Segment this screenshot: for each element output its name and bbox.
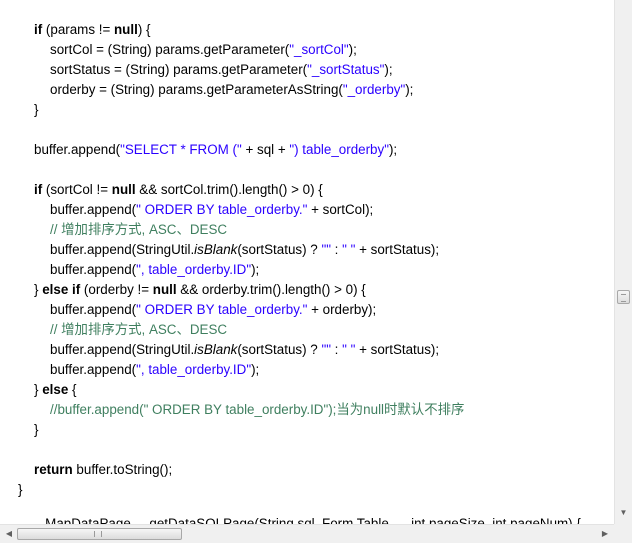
string-literal: " ORDER BY table_orderby."	[136, 302, 308, 317]
closing-brace: }	[34, 422, 39, 437]
code-text: }	[34, 382, 43, 397]
code-line-2: sortCol = (String) params.getParameter("…	[50, 40, 357, 60]
keyword-null: null	[152, 282, 177, 297]
code-line-4: orderby = (String) params.getParameterAs…	[50, 80, 413, 100]
code-line-14: // 增加排序方式, ASC、DESC	[50, 320, 227, 340]
keyword-null: null	[114, 22, 138, 37]
vertical-scrollbar[interactable]: ▼	[614, 0, 632, 524]
code-text: orderby = (String) params.getParameterAs…	[50, 82, 343, 97]
code-text: );	[384, 62, 393, 77]
code-text: + sortStatus);	[355, 342, 440, 357]
code-text: && sortCol.trim().length() > 0) {	[135, 182, 323, 197]
code-text: );	[251, 262, 260, 277]
keyword-return: return	[34, 462, 73, 477]
string-literal: ") table_orderby"	[289, 142, 389, 157]
string-literal: " "	[342, 342, 356, 357]
code-text: buffer.append(	[34, 142, 121, 157]
code-text: );	[348, 42, 357, 57]
horizontal-scrollbar[interactable]: ◀ ▶	[0, 524, 614, 543]
code-text: );	[251, 362, 260, 377]
code-comment: // 增加排序方式, ASC、DESC	[50, 322, 228, 337]
code-text: );	[405, 82, 414, 97]
horizontal-scroll-thumb[interactable]	[17, 528, 182, 540]
code-text: sortStatus = (String) params.getParamete…	[50, 62, 308, 77]
string-literal: ""	[321, 342, 331, 357]
keyword-else: else	[42, 382, 69, 397]
code-text: buffer.append(StringUtil.	[50, 242, 195, 257]
keyword-if: if	[72, 282, 81, 297]
code-text: ) {	[137, 22, 151, 37]
code-text: + sortCol);	[307, 202, 374, 217]
code-text: buffer.append(	[50, 262, 137, 277]
scrollbar-corner	[614, 524, 632, 543]
code-line-22-partial: ...MapDataPage ... getDataSQLPage(String…	[34, 514, 581, 524]
string-literal: ""	[321, 242, 331, 257]
code-text: (sortStatus) ?	[237, 242, 322, 257]
scroll-left-arrow-icon[interactable]: ◀	[2, 527, 16, 541]
code-text: buffer.append(	[50, 202, 137, 217]
code-line-5: }	[34, 100, 38, 120]
code-text: sortCol = (String) params.getParameter(	[50, 42, 290, 57]
code-line-3: sortStatus = (String) params.getParamete…	[50, 60, 393, 80]
string-literal: " "	[342, 242, 356, 257]
code-line-13: buffer.append(" ORDER BY table_orderby."…	[50, 300, 376, 320]
code-text: :	[330, 242, 343, 257]
code-line-10: buffer.append(StringUtil.isBlank(sortSta…	[50, 240, 439, 260]
code-text: (orderby !=	[80, 282, 153, 297]
code-line-18: //buffer.append(" ORDER BY table_orderby…	[50, 400, 464, 420]
keyword-if: if	[34, 22, 43, 37]
code-text: + sql +	[241, 142, 290, 157]
code-line-1: if (params != null) {	[34, 20, 150, 40]
keyword-null: null	[111, 182, 136, 197]
code-text: buffer.append(	[50, 362, 137, 377]
string-literal: "_sortCol"	[289, 42, 349, 57]
code-text: + sortStatus);	[355, 242, 440, 257]
code-text: (params !=	[42, 22, 114, 37]
code-comment: //buffer.append(" ORDER BY table_orderby…	[50, 402, 465, 417]
code-viewport[interactable]: if (params != null) { sortCol = (String)…	[0, 0, 614, 524]
keyword-if: if	[34, 182, 43, 197]
code-line-7: if (sortCol != null && sortCol.trim().le…	[34, 180, 323, 200]
static-method: isBlank	[194, 242, 238, 257]
code-text: buffer.append(StringUtil.	[50, 342, 195, 357]
string-literal: " ORDER BY table_orderby."	[136, 202, 308, 217]
code-text: {	[68, 382, 77, 397]
code-text: :	[330, 342, 343, 357]
code-comment: // 增加排序方式, ASC、DESC	[50, 222, 228, 237]
code-line-11: buffer.append(", table_orderby.ID");	[50, 260, 259, 280]
code-text: buffer.toString();	[72, 462, 173, 477]
closing-brace: }	[34, 102, 39, 117]
code-line-17: } else {	[34, 380, 76, 400]
code-line-20: return buffer.toString();	[34, 460, 172, 480]
string-literal: "SELECT * FROM ("	[120, 142, 242, 157]
code-text: );	[388, 142, 398, 157]
scroll-right-arrow-icon[interactable]: ▶	[598, 527, 612, 541]
keyword-else: else	[42, 282, 69, 297]
code-line-12: } else if (orderby != null && orderby.tr…	[34, 280, 366, 300]
string-literal: ", table_orderby.ID"	[136, 262, 252, 277]
code-line-8: buffer.append(" ORDER BY table_orderby."…	[50, 200, 373, 220]
string-literal: "_orderby"	[342, 82, 406, 97]
vertical-scroll-thumb[interactable]	[617, 290, 630, 304]
code-line-15: buffer.append(StringUtil.isBlank(sortSta…	[50, 340, 439, 360]
code-line-6: buffer.append("SELECT * FROM (" + sql + …	[34, 140, 397, 160]
code-viewer-window: if (params != null) { sortCol = (String)…	[0, 0, 632, 543]
static-method: isBlank	[194, 342, 238, 357]
code-text: }	[34, 282, 43, 297]
string-literal: ", table_orderby.ID"	[136, 362, 252, 377]
code-line-9: // 增加排序方式, ASC、DESC	[50, 220, 227, 240]
code-text: + orderby);	[307, 302, 377, 317]
code-text: ...MapDataPage ... getDataSQLPage(String…	[34, 516, 581, 524]
code-text: (sortStatus) ?	[237, 342, 322, 357]
code-text: buffer.append(	[50, 302, 137, 317]
code-line-16: buffer.append(", table_orderby.ID");	[50, 360, 259, 380]
code-line-21: }	[18, 480, 22, 500]
closing-brace: }	[18, 482, 23, 497]
code-line-19: }	[34, 420, 38, 440]
scroll-down-arrow-icon[interactable]: ▼	[618, 506, 629, 520]
string-literal: "_sortStatus"	[307, 62, 385, 77]
code-text: && orderby.trim().length() > 0) {	[176, 282, 366, 297]
code-text: (sortCol !=	[42, 182, 112, 197]
